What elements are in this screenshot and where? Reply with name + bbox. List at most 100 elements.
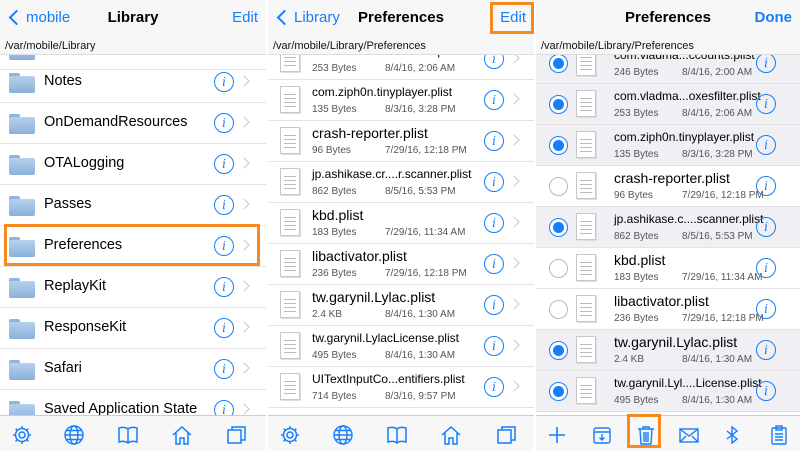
info-icon[interactable]: i	[484, 377, 504, 397]
info-icon[interactable]: i	[756, 258, 776, 278]
info-icon[interactable]: i	[756, 135, 776, 155]
chevron-right-icon	[508, 55, 520, 64]
chevron-right-icon	[508, 380, 520, 392]
folder-row[interactable]: OTALogging i	[0, 144, 266, 185]
file-row[interactable]: kbd.plist 183 Bytes 7/29/16, 11:34 AM i	[268, 203, 534, 244]
selectable-file-row[interactable]: jp.ashikase.c....scanner.plist 862 Bytes 8…	[536, 207, 800, 248]
file-size: 862 Bytes	[312, 186, 357, 197]
document-icon	[576, 90, 596, 117]
windows-icon[interactable]	[226, 424, 248, 446]
selectable-file-row[interactable]: com.vladma...ccounts.plist 246 Bytes 8/4/1…	[536, 55, 800, 84]
selectable-file-row[interactable]: com.vladma...oxesfilter.plist 253 Bytes 8/…	[536, 84, 800, 125]
info-icon[interactable]: i	[756, 381, 776, 401]
edit-button[interactable]: Edit	[500, 9, 526, 26]
info-icon[interactable]: i	[484, 131, 504, 151]
home-icon[interactable]	[440, 424, 462, 446]
folder-list[interactable]: NewsNotesiOnDemandResourcesiOTALoggingiP…	[0, 55, 266, 415]
file-row[interactable]: tw.garynil.LylacLicense.plist 495 Bytes 8/…	[268, 326, 534, 367]
checkmark-selected-icon[interactable]	[549, 95, 568, 114]
file-row[interactable]: jp.ashikase.cr....r.scanner.plist 862 Byt…	[268, 162, 534, 203]
checkmark-selected-icon[interactable]	[549, 218, 568, 237]
checkmark-selected-icon[interactable]	[549, 55, 568, 73]
selectable-file-row[interactable]: tw.garynil.Lyl....License.plist 495 Bytes…	[536, 371, 800, 412]
info-icon[interactable]: i	[756, 217, 776, 237]
folder-row[interactable]: ReplayKit i	[0, 267, 266, 308]
checkmark-selected-icon[interactable]	[549, 341, 568, 360]
folder-row[interactable]: Notes i	[0, 62, 266, 103]
gear-icon[interactable]	[279, 424, 301, 446]
mail-icon[interactable]	[678, 424, 700, 446]
file-row[interactable]: libactivator.plist 236 Bytes 7/29/16, 12:1…	[268, 244, 534, 285]
bluetooth-icon[interactable]	[721, 424, 743, 446]
info-icon[interactable]: i	[214, 318, 234, 338]
info-icon[interactable]: i	[484, 90, 504, 110]
info-icon[interactable]: i	[756, 55, 776, 73]
folder-row[interactable]: Safari i	[0, 349, 266, 390]
file-row[interactable]: UITextInputCo...entifiers.plist 714 Bytes…	[268, 367, 534, 408]
info-icon[interactable]: i	[484, 295, 504, 315]
clipboard-icon[interactable]	[768, 424, 790, 446]
file-list-edit[interactable]: com.vladma...ccounts.plist 246 Bytes 8/4/1…	[536, 55, 800, 415]
info-icon[interactable]: i	[214, 359, 234, 379]
edit-button[interactable]: Edit	[232, 9, 258, 26]
folder-name: OnDemandResources	[44, 114, 188, 130]
info-icon[interactable]: i	[484, 172, 504, 192]
selectable-file-row[interactable]: tw.garynil.Lylac.plist 2.4 KB 8/4/16, 1:30…	[536, 330, 800, 371]
info-icon[interactable]: i	[484, 213, 504, 233]
globe-icon[interactable]	[332, 424, 354, 446]
chevron-right-icon	[508, 134, 520, 146]
info-icon[interactable]: i	[756, 94, 776, 114]
trash-icon[interactable]	[635, 424, 657, 446]
document-icon	[280, 250, 300, 277]
book-icon[interactable]	[117, 424, 139, 446]
info-icon[interactable]: i	[214, 154, 234, 174]
plus-icon[interactable]	[546, 424, 568, 446]
info-icon[interactable]: i	[214, 195, 234, 215]
folder-icon	[9, 73, 35, 93]
info-icon[interactable]: i	[214, 400, 234, 415]
file-row[interactable]: com.ziph0n.tinyplayer.plist 135 Bytes 8/3/…	[268, 80, 534, 121]
folder-row[interactable]: Passes i	[0, 185, 266, 226]
globe-icon[interactable]	[63, 424, 85, 446]
checkmark-selected-icon[interactable]	[549, 382, 568, 401]
windows-icon[interactable]	[496, 424, 518, 446]
info-icon[interactable]: i	[756, 340, 776, 360]
checkmark-empty-icon[interactable]	[549, 177, 568, 196]
file-row[interactable]: tw.garynil.Lylac.plist 2.4 KB 8/4/16, 1:30…	[268, 285, 534, 326]
document-icon	[280, 127, 300, 154]
file-row[interactable]: com.vladma...oxesfilter.plist 253 Bytes 8/…	[268, 55, 534, 80]
chevron-right-icon	[238, 157, 250, 169]
selectable-file-row[interactable]: crash-reporter.plist 96 Bytes 7/29/16, 12:…	[536, 166, 800, 207]
file-name: libactivator.plist	[312, 248, 407, 264]
selectable-file-row[interactable]: libactivator.plist 236 Bytes 7/29/16, 12:1…	[536, 289, 800, 330]
home-icon[interactable]	[171, 424, 193, 446]
file-name: tw.garynil.Lyl....License.plist	[614, 376, 762, 390]
info-icon[interactable]: i	[214, 236, 234, 256]
folder-row[interactable]: ResponseKit i	[0, 308, 266, 349]
path-bar: /var/mobile/Library/Preferences	[536, 38, 800, 55]
info-icon[interactable]: i	[756, 176, 776, 196]
file-row[interactable]: crash-reporter.plist 96 Bytes 7/29/16, 12:…	[268, 121, 534, 162]
info-icon[interactable]: i	[484, 55, 504, 69]
selectable-file-row[interactable]: kbd.plist 183 Bytes 7/29/16, 11:34 AM i	[536, 248, 800, 289]
folder-row[interactable]: OnDemandResources i	[0, 103, 266, 144]
info-icon[interactable]: i	[214, 72, 234, 92]
gear-icon[interactable]	[11, 424, 33, 446]
info-icon[interactable]: i	[214, 113, 234, 133]
folder-row[interactable]: Saved Application State i	[0, 390, 266, 415]
checkmark-empty-icon[interactable]	[549, 300, 568, 319]
book-icon[interactable]	[386, 424, 408, 446]
folder-row[interactable]: Preferences i	[0, 226, 266, 267]
selectable-file-row[interactable]: com.ziph0n.tinyplayer.plist 135 Bytes 8/3/…	[536, 125, 800, 166]
checkmark-empty-icon[interactable]	[549, 259, 568, 278]
info-icon[interactable]: i	[484, 254, 504, 274]
archive-icon[interactable]	[591, 424, 613, 446]
info-icon[interactable]: i	[756, 299, 776, 319]
chevron-right-icon	[238, 198, 250, 210]
chevron-right-icon	[508, 175, 520, 187]
info-icon[interactable]: i	[214, 277, 234, 297]
checkmark-selected-icon[interactable]	[549, 136, 568, 155]
info-icon[interactable]: i	[484, 336, 504, 356]
done-button[interactable]: Done	[755, 9, 793, 26]
file-list[interactable]: com.vladma...oxesfilter.plist 253 Bytes 8/…	[268, 55, 534, 415]
